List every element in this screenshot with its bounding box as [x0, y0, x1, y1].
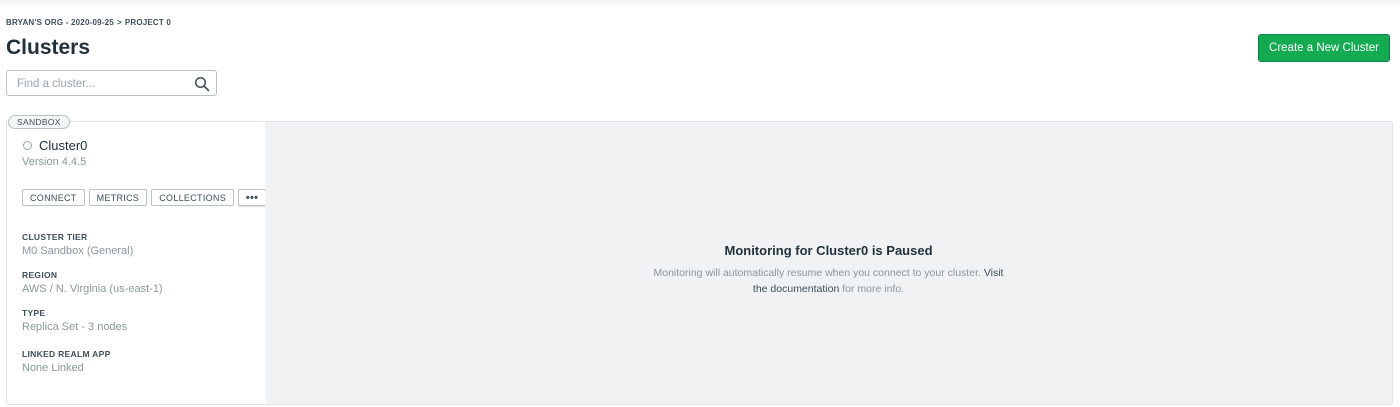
cluster-tier-label: CLUSTER TIER	[22, 232, 88, 242]
type-value: Replica Set - 3 nodes	[22, 321, 128, 333]
more-options-button[interactable]: •••	[238, 189, 267, 206]
search-input[interactable]	[17, 76, 187, 92]
region-label: REGION	[22, 270, 58, 280]
collections-button[interactable]: COLLECTIONS	[151, 189, 235, 206]
linked-realm-value: None Linked	[22, 362, 84, 374]
type-label: TYPE	[22, 308, 46, 318]
search-box[interactable]	[6, 70, 217, 96]
monitoring-panel: Monitoring for Cluster0 is Paused Monito…	[265, 122, 1392, 404]
breadcrumb: BRYAN'S ORG - 2020-09-25 > PROJECT 0	[6, 18, 171, 27]
search-icon[interactable]	[194, 76, 210, 92]
metrics-button[interactable]: METRICS	[88, 189, 148, 206]
monitoring-paused-title: Monitoring for Cluster0 is Paused	[724, 243, 933, 258]
sandbox-badge: SANDBOX	[8, 115, 70, 129]
type-info: TYPE Replica Set - 3 nodes	[22, 308, 127, 333]
connect-button[interactable]: CONNECT	[22, 189, 85, 206]
cluster-info-panel: Cluster0 Version 4.4.5 CONNECT METRICS C…	[7, 122, 267, 404]
cluster-version: Version 4.4.5	[22, 156, 87, 168]
breadcrumb-project[interactable]: PROJECT 0	[125, 18, 171, 27]
cluster-name-row: Cluster0	[23, 138, 87, 153]
create-cluster-button[interactable]: Create a New Cluster	[1258, 34, 1390, 62]
cluster-card: Cluster0 Version 4.4.5 CONNECT METRICS C…	[6, 121, 1393, 405]
breadcrumb-separator: >	[116, 18, 122, 27]
page-title: Clusters	[6, 36, 91, 59]
top-strip	[0, 0, 1400, 5]
monitoring-line1: Monitoring will automatically resume whe…	[653, 267, 981, 279]
region-value: AWS / N. Virginia (us-east-1)	[22, 283, 163, 295]
monitoring-paused-text: Monitoring will automatically resume whe…	[265, 265, 1392, 297]
documentation-link[interactable]: the documentation	[753, 283, 839, 295]
monitoring-line2-suffix: for more info.	[842, 283, 905, 295]
linked-realm-info: LINKED REALM APP None Linked	[22, 349, 111, 374]
breadcrumb-org[interactable]: BRYAN'S ORG - 2020-09-25	[6, 18, 114, 27]
cluster-name[interactable]: Cluster0	[39, 138, 87, 153]
linked-realm-label: LINKED REALM APP	[22, 349, 111, 359]
region-info: REGION AWS / N. Virginia (us-east-1)	[22, 270, 163, 295]
cluster-actions: CONNECT METRICS COLLECTIONS •••	[22, 189, 267, 206]
cluster-tier-info: CLUSTER TIER M0 Sandbox (General)	[22, 232, 133, 257]
visit-link[interactable]: Visit	[984, 267, 1004, 279]
cluster-tier-value: M0 Sandbox (General)	[22, 245, 134, 257]
cluster-status-icon	[23, 141, 32, 150]
monitoring-paused-message: Monitoring for Cluster0 is Paused Monito…	[265, 243, 1392, 297]
